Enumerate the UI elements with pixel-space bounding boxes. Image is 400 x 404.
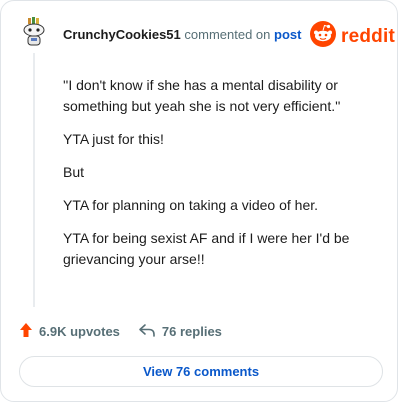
comment-embed-card: CrunchyCookies51 commented on post reddi… bbox=[0, 0, 398, 402]
upvote-arrow-icon[interactable] bbox=[19, 322, 39, 341]
action-text: commented on bbox=[184, 27, 271, 42]
view-comments-button[interactable]: View 76 comments bbox=[19, 356, 383, 387]
comment-actions: 6.9K upvotes 76 replies bbox=[19, 322, 222, 341]
comment-paragraph: YTA for being sexist AF and if I were he… bbox=[63, 230, 350, 267]
comment-paragraph: ''I don't know if she has a mental disab… bbox=[63, 77, 341, 114]
replies-action[interactable]: 76 replies bbox=[138, 322, 222, 341]
thread-line bbox=[33, 53, 35, 307]
comment-body: ''I don't know if she has a mental disab… bbox=[63, 75, 381, 282]
comment-paragraph: YTA just for this! bbox=[63, 131, 164, 147]
comment-header: CrunchyCookies51 commented on post bbox=[63, 27, 301, 42]
upvote-action[interactable]: 6.9K upvotes bbox=[19, 322, 120, 341]
brand-wordmark: reddit bbox=[341, 25, 395, 47]
reply-arrow-icon[interactable] bbox=[138, 322, 162, 341]
post-link[interactable]: post bbox=[274, 27, 301, 42]
reddit-logo-icon bbox=[310, 21, 336, 52]
comment-paragraph: But bbox=[63, 164, 85, 180]
upvote-count: 6.9K upvotes bbox=[39, 324, 120, 339]
snoo-avatar-icon[interactable] bbox=[19, 17, 49, 47]
reply-count: 76 replies bbox=[161, 324, 222, 339]
comment-paragraph: YTA for planning on taking a video of he… bbox=[63, 197, 319, 213]
reddit-brand[interactable]: reddit bbox=[310, 21, 395, 52]
username-link[interactable]: CrunchyCookies51 bbox=[63, 27, 181, 42]
